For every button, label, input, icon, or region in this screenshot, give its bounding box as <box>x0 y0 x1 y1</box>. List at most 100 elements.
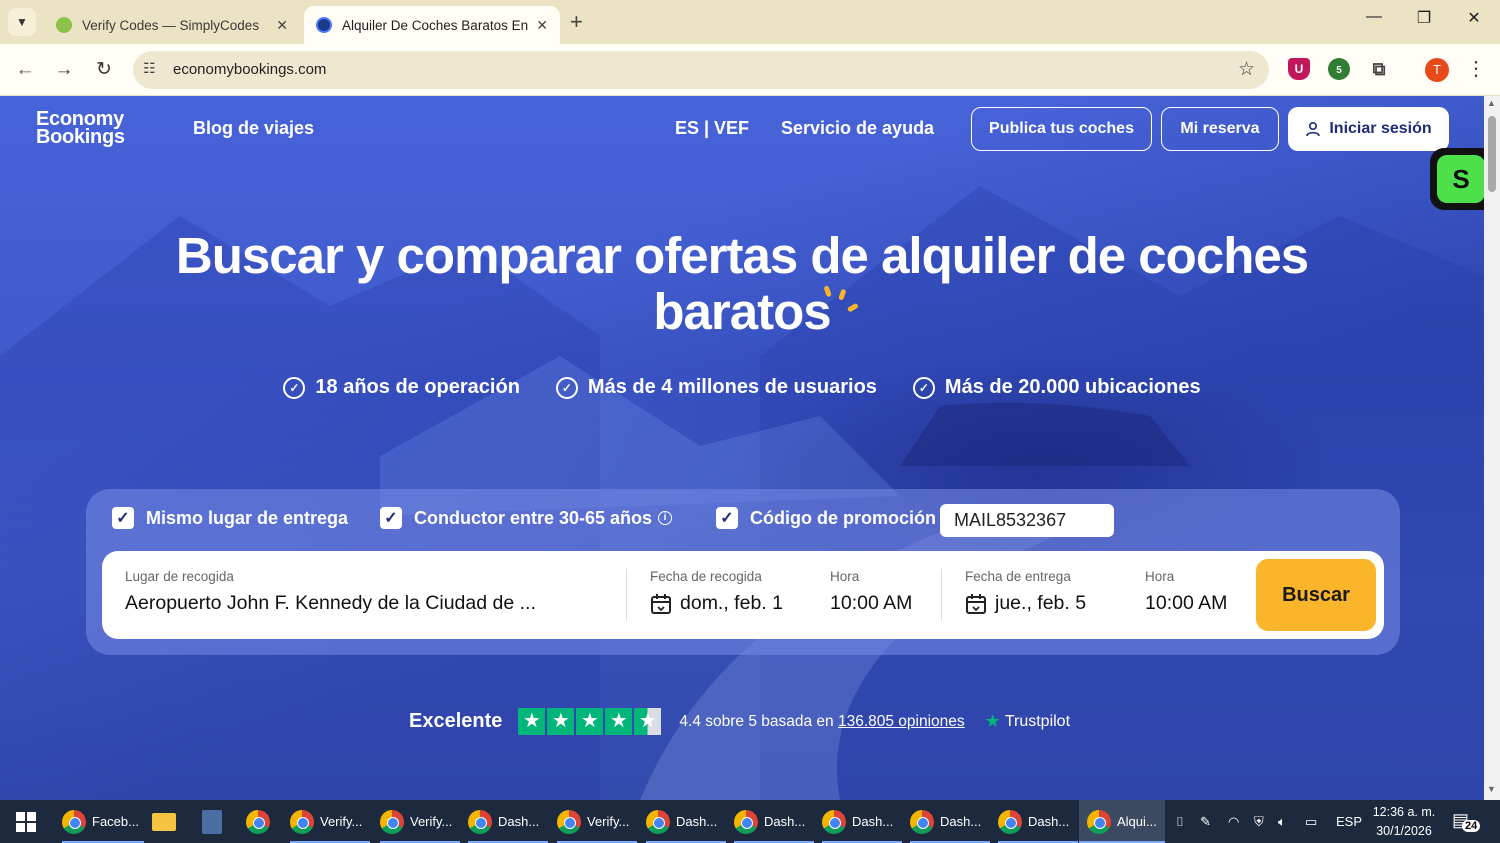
feature-item: ✓ 18 años de operación <box>283 376 520 399</box>
close-window-icon[interactable]: ✕ <box>1459 8 1489 28</box>
promo-code-checkbox[interactable]: ✓ <box>716 507 738 529</box>
system-clock[interactable]: 12:36 a. m. 30/1/2026 <box>1368 803 1440 841</box>
tab-search-chevron-icon[interactable]: ▼ <box>8 8 36 36</box>
taskbar-label: Dash... <box>764 814 806 829</box>
chrome-icon <box>380 809 404 834</box>
windows-taskbar: Faceb... Verify... Verify... Dash... Ver… <box>0 800 1500 843</box>
nav-help-link[interactable]: Servicio de ayuda <box>781 118 934 139</box>
bookmark-star-icon[interactable]: ☆ <box>1238 58 1255 81</box>
dropoff-date-field[interactable]: Fecha de entrega jue., feb. 5 <box>965 569 1086 615</box>
chrome-icon <box>998 809 1022 834</box>
simplycodes-side-widget[interactable]: S <box>1430 148 1490 210</box>
taskbar-item[interactable]: Verify... <box>557 800 637 843</box>
same-location-label: Mismo lugar de entrega <box>146 507 349 528</box>
taskbar-calculator[interactable] <box>202 800 226 843</box>
pickup-location-value[interactable]: Aeropuerto John F. Kennedy de la Ciudad … <box>125 592 536 615</box>
browser-toolbar: ← → ↻ ☷ economybookings.com ☆ U 5 ⧉ <box>0 44 1500 96</box>
taskbar-item[interactable]: Dash... <box>910 800 990 843</box>
scroll-up-icon[interactable]: ▲ <box>1487 98 1496 108</box>
simplycodes-extension-icon[interactable]: 5 <box>1328 58 1350 80</box>
back-arrow-icon[interactable]: ← <box>12 57 38 83</box>
language-indicator[interactable]: ESP <box>1336 800 1362 843</box>
taskbar-item[interactable]: Dash... <box>646 800 726 843</box>
star-icon: ★ <box>518 708 546 735</box>
site-info-icon[interactable]: ☷ <box>143 60 156 77</box>
check-circle-icon: ✓ <box>912 376 935 399</box>
same-location-option[interactable]: ✓ Mismo lugar de entrega <box>112 507 348 529</box>
login-button[interactable]: Iniciar sesión <box>1288 107 1449 151</box>
economybookings-favicon-icon <box>316 17 332 33</box>
promo-code-input[interactable] <box>940 504 1114 537</box>
new-tab-plus-icon[interactable]: + <box>570 9 583 35</box>
check-circle-icon: ✓ <box>283 376 306 399</box>
language-currency-selector[interactable]: ES | VEF <box>675 118 749 139</box>
browser-tabstrip: ▼ Verify Codes — SimplyCodes ✕ Alquiler … <box>0 0 1500 44</box>
url-text[interactable]: economybookings.com <box>173 61 326 78</box>
info-icon[interactable]: i <box>658 511 673 525</box>
driver-age-checkbox[interactable]: ✓ <box>380 507 402 529</box>
star-icon: ★ <box>605 708 633 735</box>
economy-bookings-logo[interactable]: Economy Bookings <box>36 109 125 147</box>
tab-verify-codes[interactable]: Verify Codes — SimplyCodes ✕ <box>44 6 300 44</box>
taskbar-item[interactable]: Verify... <box>290 800 370 843</box>
same-location-checkbox[interactable]: ✓ <box>112 507 134 529</box>
nav-blog-link[interactable]: Blog de viajes <box>193 118 314 139</box>
wifi-icon[interactable]: ◠ <box>1228 800 1239 843</box>
promo-code-option[interactable]: ✓ Código de promoción <box>716 507 936 529</box>
tab-economy-bookings[interactable]: Alquiler De Coches Baratos En T ✕ <box>304 6 560 44</box>
trustpilot-logo[interactable]: ★ Trustpilot <box>985 711 1070 732</box>
address-bar[interactable]: ☷ economybookings.com ☆ <box>133 51 1269 89</box>
star-icon: ★ <box>547 708 575 735</box>
my-reservation-button[interactable]: Mi reserva <box>1161 107 1279 151</box>
tab-close-icon[interactable]: ✕ <box>536 17 548 34</box>
browser-menu-kebab-icon[interactable]: ⋮ <box>1466 56 1486 81</box>
reload-icon[interactable]: ↻ <box>91 57 117 83</box>
scroll-thumb[interactable] <box>1488 116 1496 192</box>
calculator-icon <box>202 809 222 834</box>
taskbar-item[interactable]: Dash... <box>734 800 814 843</box>
trustpilot-star-icon: ★ <box>984 711 1001 731</box>
reviews-link[interactable]: 136.805 opiniones <box>838 713 965 730</box>
restore-icon[interactable]: ❐ <box>1409 8 1439 28</box>
star-icon: ★ <box>576 708 604 735</box>
volume-icon[interactable]: 🔈︎ <box>1278 800 1286 843</box>
driver-age-label: Conductor entre 30-65 años <box>414 507 653 528</box>
driver-age-option[interactable]: ✓ Conductor entre 30-65 años i <box>380 507 673 529</box>
windows-start-icon[interactable] <box>16 812 36 832</box>
ublock-extension-icon[interactable]: U <box>1288 58 1310 80</box>
usb-icon[interactable]: ⌷ <box>1176 800 1184 843</box>
page-scrollbar[interactable]: ▲ ▼ <box>1484 96 1500 800</box>
publish-cars-button[interactable]: Publica tus coches <box>971 107 1152 151</box>
pickup-time-field[interactable]: Hora 10:00 AM <box>830 569 912 615</box>
pen-icon[interactable]: ✎ <box>1200 800 1211 843</box>
dropoff-time-field[interactable]: Hora 10:00 AM <box>1145 569 1227 615</box>
taskbar-item[interactable]: Dash... <box>468 800 548 843</box>
taskbar-chrome[interactable] <box>246 800 276 843</box>
chrome-icon <box>468 809 492 834</box>
taskbar-label: Dash... <box>852 814 894 829</box>
taskbar-item[interactable]: Dash... <box>998 800 1078 843</box>
pickup-location-field[interactable]: Lugar de recogida Aeropuerto John F. Ken… <box>125 569 536 615</box>
taskbar-item[interactable]: Dash... <box>822 800 902 843</box>
forward-arrow-icon[interactable]: → <box>51 57 77 83</box>
field-divider <box>626 569 627 621</box>
chrome-icon <box>1087 809 1111 834</box>
taskbar-item[interactable]: Verify... <box>380 800 460 843</box>
taskbar-file-explorer[interactable] <box>152 800 182 843</box>
search-button[interactable]: Buscar <box>1256 559 1376 631</box>
security-shield-icon[interactable]: ⛨ <box>1254 800 1264 843</box>
trustpilot-widget: Excelente ★ ★ ★ ★ ★ 4.4 sobre 5 basada e… <box>409 708 1070 735</box>
taskbar-item-active[interactable]: Alqui... <box>1079 800 1165 843</box>
tab-title: Verify Codes — SimplyCodes <box>82 17 260 33</box>
minimize-icon[interactable]: — <box>1359 8 1389 26</box>
battery-icon[interactable]: ▭ <box>1305 800 1317 843</box>
headline-line2: baratos <box>653 283 831 340</box>
feature-label: Más de 4 millones de usuarios <box>587 376 877 398</box>
profile-avatar[interactable]: T <box>1425 58 1449 82</box>
pickup-date-field[interactable]: Fecha de recogida dom., feb. 1 <box>650 569 783 615</box>
scroll-down-icon[interactable]: ▼ <box>1487 784 1496 794</box>
extensions-puzzle-icon[interactable]: ⧉ <box>1368 58 1390 80</box>
trust-rating-word: Excelente <box>409 710 503 732</box>
tab-close-icon[interactable]: ✕ <box>276 17 288 34</box>
taskbar-item[interactable]: Faceb... <box>62 800 144 843</box>
